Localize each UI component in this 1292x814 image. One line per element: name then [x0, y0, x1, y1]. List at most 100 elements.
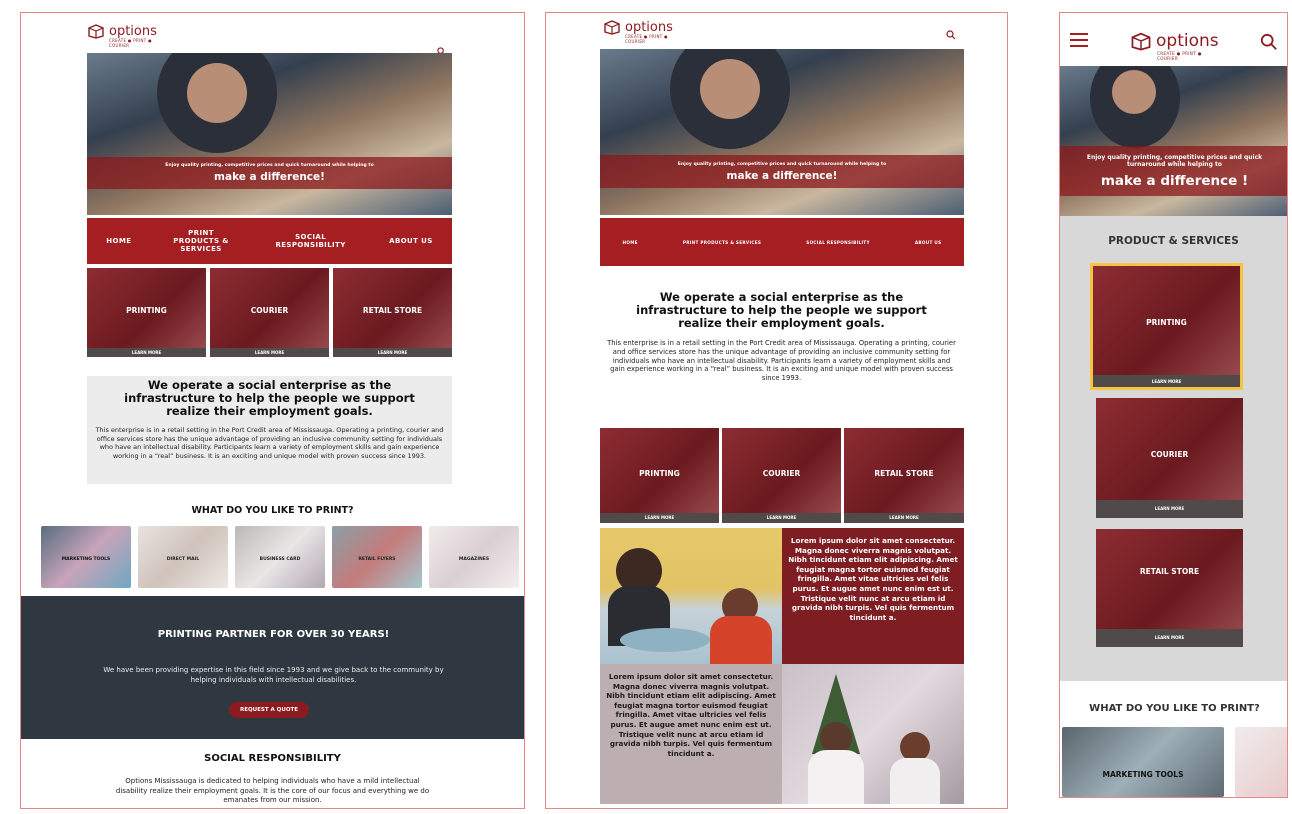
brand-tagline: CREATE ● PRINT ● COURIER [625, 34, 668, 44]
service-card-courier[interactable]: COURIER LEARN MORE [1096, 398, 1243, 518]
service-card-label: COURIER [250, 306, 289, 315]
service-card-label: COURIER [762, 469, 801, 478]
print-item-label: MARKETING TOOLS [61, 557, 111, 562]
brand-logo[interactable]: options CREATE ● PRINT ● COURIER [1130, 30, 1219, 61]
service-card-printing[interactable]: PRINTING LEARN MORE [87, 268, 206, 357]
hero-subtitle: Enjoy quality printing, competitive pric… [1086, 153, 1263, 169]
lorem-block-gray: Lorem ipsum dolor sit amet consectetur. … [600, 664, 782, 804]
main-navigation: HOME PRINT PRODUCTS & SERVICES SOCIAL RE… [87, 218, 452, 264]
print-item-magazines[interactable]: MAGAZINES [429, 526, 519, 588]
nav-print-products[interactable]: PRINT PRODUCTS & SERVICES [683, 240, 761, 245]
brand-name: options [625, 19, 673, 35]
search-icon[interactable] [946, 30, 956, 40]
hero-photo-face [700, 59, 760, 119]
photo-table [620, 628, 710, 652]
hero-photo-face [1112, 70, 1156, 114]
partner-body: We have been providing expertise in this… [103, 666, 444, 684]
request-quote-button[interactable]: REQUEST A QUOTE [229, 702, 309, 718]
nav-social-responsibility[interactable]: SOCIAL RESPONSIBILITY [806, 240, 870, 245]
service-card-printing[interactable]: PRINTING LEARN MORE [1090, 263, 1243, 390]
nav-home[interactable]: HOME [623, 240, 638, 245]
service-card-label: PRINTING [639, 469, 680, 478]
desktop-layout-frame: options CREATE ● PRINT ● COURIER Enjoy q… [20, 12, 525, 809]
service-card-label: RETAIL STORE [874, 469, 934, 478]
service-card-retail[interactable]: RETAIL STORE LEARN MORE [844, 428, 964, 523]
nav-about[interactable]: ABOUT US [389, 237, 433, 245]
print-item-direct-mail[interactable] [1235, 727, 1287, 797]
volunteers-photo [782, 664, 964, 804]
mobile-layout-frame: options CREATE ● PRINT ● COURIER Enjoy q… [1059, 12, 1288, 798]
hero-caption: Enjoy quality printing, competitive pric… [1060, 146, 1287, 196]
service-card-label: RETAIL STORE [1139, 567, 1200, 576]
learn-more-link[interactable]: LEARN MORE [333, 348, 452, 357]
learn-more-link[interactable]: LEARN MORE [722, 513, 841, 523]
brand-name: options [1156, 30, 1219, 51]
nav-social-responsibility[interactable]: SOCIAL RESPONSIBILITY [271, 233, 351, 249]
print-item-marketing-tools[interactable]: MARKETING TOOLS [1062, 727, 1224, 797]
service-card-courier[interactable]: COURIER LEARN MORE [210, 268, 329, 357]
box-logo-icon [1131, 32, 1151, 51]
nav-about[interactable]: ABOUT US [915, 240, 942, 245]
service-card-label: PRINTING [126, 306, 167, 315]
print-item-label: BUSINESS CARD [259, 557, 301, 562]
print-item-label: DIRECT MAIL [166, 557, 200, 562]
box-logo-icon [88, 24, 104, 39]
learn-more-link[interactable]: LEARN MORE [1096, 629, 1243, 647]
hero-banner: Enjoy quality printing, competitive pric… [600, 49, 964, 215]
hero-subtitle: Enjoy quality printing, competitive pric… [677, 161, 887, 167]
brand-name: options [109, 23, 157, 39]
lorem-text: Lorem ipsum dolor sit amet consectetur. … [606, 672, 776, 758]
brand-logo[interactable]: options CREATE ● PRINT ● COURIER [603, 19, 673, 44]
print-item-marketing-tools[interactable]: MARKETING TOOLS [41, 526, 131, 588]
hero-title: make a difference! [214, 171, 325, 183]
mission-heading: We operate a social enterprise as the in… [636, 290, 927, 330]
main-navigation: HOME PRINT PRODUCTS & SERVICES SOCIAL RE… [600, 218, 964, 266]
print-section-title: WHAT DO YOU LIKE TO PRINT? [1089, 703, 1260, 714]
hamburger-menu-icon[interactable] [1070, 33, 1088, 47]
photo-person-left-body [808, 750, 864, 804]
print-item-direct-mail[interactable]: DIRECT MAIL [138, 526, 228, 588]
lorem-text: Lorem ipsum dolor sit amet consectetur. … [788, 536, 958, 622]
lorem-block-red: Lorem ipsum dolor sit amet consectetur. … [782, 528, 964, 664]
learn-more-link[interactable]: LEARN MORE [600, 513, 719, 523]
learn-more-link[interactable]: LEARN MORE [87, 348, 206, 357]
learn-more-link[interactable]: LEARN MORE [844, 513, 964, 523]
partner-section: PRINTING PARTNER FOR OVER 30 YEARS! We h… [21, 596, 524, 739]
learn-more-link[interactable]: LEARN MORE [1093, 375, 1240, 387]
photo-person-right-body [710, 616, 772, 664]
mobile-header: options CREATE ● PRINT ● COURIER [1060, 13, 1287, 67]
learn-more-link[interactable]: LEARN MORE [210, 348, 329, 357]
mission-section: We operate a social enterprise as the in… [87, 376, 452, 484]
photo-person-right-body [890, 758, 940, 804]
hero-banner: Enjoy quality printing, competitive pric… [87, 53, 452, 215]
nav-home[interactable]: HOME [106, 237, 131, 245]
service-card-label: PRINTING [1146, 318, 1187, 327]
service-card-retail[interactable]: RETAIL STORE LEARN MORE [1096, 529, 1243, 647]
partner-title: PRINTING PARTNER FOR OVER 30 YEARS! [157, 629, 390, 640]
mission-heading: We operate a social enterprise as the in… [124, 378, 415, 418]
brand-tagline: CREATE ● PRINT ● COURIER [1157, 51, 1202, 61]
services-section-title: PRODUCT & SERVICES [1108, 235, 1239, 247]
print-item-label: MAGAZINES [458, 557, 490, 562]
service-card-courier[interactable]: COURIER LEARN MORE [722, 428, 841, 523]
hero-title: make a difference ! [1100, 172, 1249, 189]
brand-logo[interactable]: options CREATE ● PRINT ● COURIER [87, 23, 157, 48]
service-card-printing[interactable]: PRINTING LEARN MORE [600, 428, 719, 523]
mission-body: This enterprise is in a retail setting i… [607, 339, 956, 383]
search-icon[interactable] [1260, 33, 1278, 51]
hero-caption: Enjoy quality printing, competitive pric… [87, 157, 452, 189]
service-card-retail[interactable]: RETAIL STORE LEARN MORE [333, 268, 452, 357]
service-card-label: RETAIL STORE [362, 306, 423, 315]
hero-subtitle: Enjoy quality printing, competitive pric… [165, 163, 374, 168]
print-item-business-card[interactable]: BUSINESS CARD [235, 526, 325, 588]
print-item-retail-flyers[interactable]: RETAIL FLYERS [332, 526, 422, 588]
learn-more-link[interactable]: LEARN MORE [1096, 500, 1243, 518]
print-section-mobile: WHAT DO YOU LIKE TO PRINT? MARKETING TOO… [1060, 681, 1287, 797]
print-item-label: MARKETING TOOLS [1102, 770, 1184, 780]
social-body: Options Mississauga is dedicated to help… [115, 777, 430, 804]
nav-print-products[interactable]: PRINT PRODUCTS & SERVICES [170, 229, 232, 253]
print-item-label: RETAIL FLYERS [358, 557, 396, 562]
desktop-variant-frame: options CREATE ● PRINT ● COURIER Enjoy q… [545, 12, 1008, 809]
hero-photo-face [187, 63, 247, 123]
service-card-label: COURIER [1150, 450, 1189, 459]
